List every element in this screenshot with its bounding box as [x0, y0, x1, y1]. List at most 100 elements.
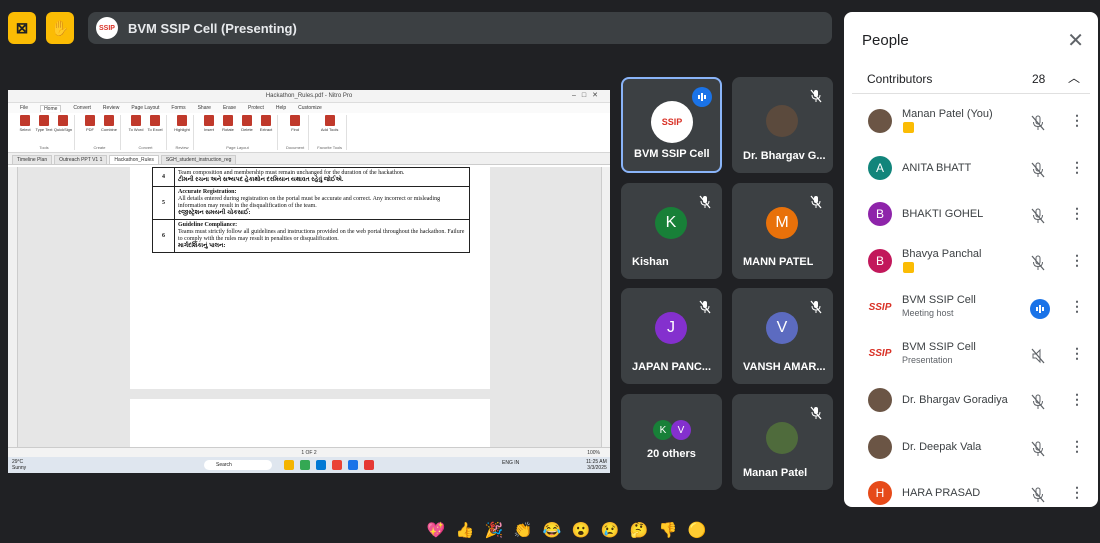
ribbon-tool-button[interactable]: PDF — [83, 115, 97, 135]
tool-label: Select — [19, 127, 31, 132]
ribbon-group-name: Review — [175, 145, 189, 150]
ribbon-group-name: Create — [93, 145, 106, 150]
page-status: 1 OF 2 — [301, 449, 317, 456]
more-options-icon[interactable]: ⋮ — [1070, 159, 1084, 176]
ribbon-tool-button[interactable]: QuickSign — [54, 115, 72, 135]
tile-mann-patel[interactable]: M MANN PATEL — [732, 183, 833, 279]
ribbon-tab[interactable]: Customize — [298, 105, 322, 111]
more-options-icon[interactable]: ⋮ — [1070, 345, 1084, 362]
more-options-icon[interactable]: ⋮ — [1070, 438, 1084, 455]
tool-label: Extract — [259, 127, 273, 132]
more-options-icon[interactable]: ⋮ — [1070, 205, 1084, 222]
tile-name: BVM SSIP Cell — [634, 148, 710, 160]
ribbon-tab[interactable]: Erase — [223, 105, 236, 111]
participant-name: BVM SSIP Cell — [902, 294, 976, 306]
mic-off-icon[interactable] — [1030, 441, 1046, 457]
row-content: Guideline Compliance: Teams must strictl… — [174, 219, 470, 253]
tile-bvm-ssip-cell[interactable]: SSIP BVM SSIP Cell — [621, 77, 722, 173]
participant-row[interactable]: H HARA PRASAD ⋮ — [852, 472, 1090, 507]
pdf-page-2 — [130, 399, 490, 447]
camera-off-icon[interactable]: ⊠ — [8, 12, 36, 44]
mic-off-icon[interactable] — [1030, 394, 1046, 410]
reaction-button[interactable]: 💖 — [426, 521, 446, 541]
close-icon[interactable]: ✕ — [1067, 28, 1084, 53]
tile-20-others[interactable]: K V 20 others — [621, 394, 722, 490]
ribbon-tool-button[interactable]: Add Tools — [321, 115, 338, 135]
row-text: Team composition and membership must rem… — [178, 170, 405, 176]
reaction-button[interactable]: 🤔 — [629, 521, 649, 541]
mic-off-icon[interactable] — [1030, 208, 1046, 224]
mic-off-icon — [699, 300, 711, 314]
reaction-button[interactable]: 😮 — [571, 521, 591, 541]
reaction-button[interactable]: 😂 — [542, 521, 562, 541]
ribbon-tab[interactable]: Forms — [171, 105, 185, 111]
reaction-button[interactable]: 🎉 — [484, 521, 504, 541]
participant-row[interactable]: B BHAKTI GOHEL ⋮ — [852, 193, 1090, 239]
taskbar-apps — [284, 460, 374, 470]
ribbon-tab[interactable]: Protect — [248, 105, 264, 111]
ribbon-tab[interactable]: Review — [103, 105, 119, 111]
reaction-button[interactable]: 👍 — [455, 521, 475, 541]
participant-row[interactable]: Dr. Bhargav Goradiya ⋮ — [852, 379, 1090, 425]
document-tab[interactable]: SGH_student_instruction_reg — [160, 155, 237, 164]
ribbon-tab[interactable]: Home — [40, 104, 62, 112]
ribbon-tool-button[interactable]: Extract — [259, 115, 273, 135]
ribbon-toolbar: Select Type Text QuickSign Tools PDF Combine C… — [8, 113, 610, 153]
more-options-icon[interactable]: ⋮ — [1070, 298, 1084, 315]
tile-dr-bhargav[interactable]: Dr. Bhargav G... — [732, 77, 833, 173]
ribbon-tab[interactable]: File — [20, 105, 28, 111]
ribbon-tool-button[interactable]: Type Text — [35, 115, 53, 135]
section-count: 28 — [1032, 72, 1046, 86]
ribbon-tool-button[interactable]: To Word — [129, 115, 143, 135]
more-options-icon[interactable]: ⋮ — [1070, 252, 1084, 269]
reaction-button[interactable]: 👏 — [513, 521, 533, 541]
mic-off-icon[interactable] — [1030, 487, 1046, 503]
ribbon-tool-button[interactable]: Highlight — [174, 115, 190, 135]
reaction-button[interactable]: 👎 — [658, 521, 678, 541]
participant-row[interactable]: SSIP BVM SSIP Cell Presentation ⋮ — [852, 333, 1090, 379]
speaking-icon — [692, 87, 712, 107]
more-options-icon[interactable]: ⋮ — [1070, 484, 1084, 501]
participant-row[interactable]: Dr. Deepak Vala ⋮ — [852, 426, 1090, 472]
speaking-icon[interactable] — [1030, 299, 1050, 319]
ribbon-tool-button[interactable]: Rotate — [221, 115, 235, 135]
chevron-up-icon[interactable]: ︿ — [1068, 69, 1080, 86]
ribbon-tool-button[interactable]: Select — [18, 115, 32, 135]
tile-manan-patel[interactable]: Manan Patel — [732, 394, 833, 490]
tile-kishan[interactable]: K Kishan — [621, 183, 722, 279]
document-tab[interactable]: Hackathon_Rules — [109, 155, 159, 164]
participant-row[interactable]: SSIP BVM SSIP Cell Meeting host ⋮ — [852, 286, 1090, 332]
ribbon-tab[interactable]: Convert — [73, 105, 91, 111]
folder-icon — [284, 460, 294, 470]
mic-off-icon[interactable] — [1030, 115, 1046, 131]
ribbon-tab[interactable]: Page Layout — [131, 105, 159, 111]
raise-hand-icon[interactable]: ✋ — [46, 12, 74, 44]
ribbon-tool-button[interactable]: Find — [288, 115, 302, 135]
weather-desc: Sunny — [12, 465, 27, 471]
mic-off-icon[interactable] — [1030, 255, 1046, 271]
ribbon-tool-button[interactable]: Combine — [101, 115, 117, 135]
reaction-button[interactable]: 😢 — [600, 521, 620, 541]
participant-row[interactable]: B Bhavya Panchal ⋮ — [852, 240, 1090, 286]
ribbon-tool-button[interactable]: To Excel — [147, 115, 163, 135]
participant-row[interactable]: A ANITA BHATT ⋮ — [852, 147, 1090, 193]
mic-off-icon — [810, 89, 822, 103]
more-options-icon[interactable]: ⋮ — [1070, 112, 1084, 129]
document-scrollbar[interactable] — [601, 167, 610, 447]
more-options-icon[interactable]: ⋮ — [1070, 391, 1084, 408]
document-tab[interactable]: Timeline Plan — [12, 155, 53, 164]
ribbon-tool-button[interactable]: Insert — [202, 115, 216, 135]
ribbon-tab[interactable]: Help — [276, 105, 286, 111]
tile-vansh-amar[interactable]: V VANSH AMAR... — [732, 288, 833, 384]
document-tab[interactable]: Outreach PPT V1 1 — [54, 155, 108, 164]
ribbon-tool-button[interactable]: Delete — [240, 115, 254, 135]
tile-name: JAPAN PANC... — [632, 361, 712, 373]
tile-japan-panc[interactable]: J JAPAN PANC... — [621, 288, 722, 384]
ribbon-tab[interactable]: Share — [198, 105, 211, 111]
audio-off-icon[interactable] — [1030, 348, 1046, 364]
participant-row[interactable]: Manan Patel (You) ⋮ — [852, 100, 1090, 146]
mic-off-icon[interactable] — [1030, 162, 1046, 178]
reaction-button[interactable]: 🟡 — [687, 521, 707, 541]
app-icon — [332, 460, 342, 470]
contributors-section[interactable]: Contributors 28 ︿ — [852, 66, 1090, 94]
